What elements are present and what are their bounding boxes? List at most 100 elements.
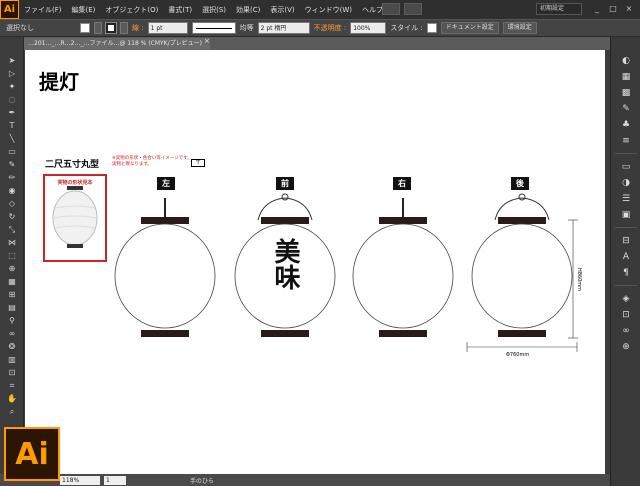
minimize-button[interactable]: _	[590, 2, 604, 15]
dock-separator	[615, 285, 637, 286]
app-logo: Ai	[0, 0, 19, 19]
appearance-panel-icon[interactable]: ☰	[620, 193, 632, 205]
brush-definition[interactable]: 2 pt 楕円	[257, 22, 310, 34]
menu-view[interactable]: 表示(V)	[265, 5, 299, 15]
gradient-panel-icon[interactable]: ▭	[620, 161, 632, 173]
character-panel-icon[interactable]: A	[620, 251, 632, 263]
tab-close-icon[interactable]: ×	[204, 37, 210, 45]
hand-tool-icon[interactable]: ✋	[4, 393, 20, 405]
control-panel: 選択なし 線 : 1 pt 均等 2 pt 楕円 不透明度 : 100% スタイ…	[0, 19, 640, 37]
selection-tool-icon[interactable]: ➤	[4, 55, 20, 67]
pencil-tool-icon[interactable]: ✏	[4, 172, 20, 184]
menu-right-tools	[382, 3, 422, 15]
stroke-swatch[interactable]	[105, 22, 117, 34]
status-bar: 118% 1 手のひら	[0, 474, 610, 486]
sample-lantern-photo	[52, 186, 98, 248]
blob-brush-tool-icon[interactable]: ◉	[4, 185, 20, 197]
document-setup-button[interactable]: ドキュメント設定	[440, 22, 499, 34]
layers-panel-icon[interactable]: ◈	[620, 293, 632, 305]
maximize-button[interactable]: □	[606, 2, 620, 15]
links-panel-icon[interactable]: ∞	[620, 325, 632, 337]
stroke-width-field[interactable]: 1 pt	[147, 22, 188, 34]
menu-object[interactable]: オブジェクト(O)	[100, 5, 163, 15]
height-dimension: H860mm	[576, 268, 582, 292]
menu-window[interactable]: ウィンドウ(W)	[300, 5, 357, 15]
dock-separator	[615, 227, 637, 228]
shape-builder-tool-icon[interactable]: ⊕	[4, 263, 20, 275]
menu-file[interactable]: ファイル(F)	[19, 5, 67, 15]
artwork-note: ※実物の形状・色合い等イメージです。 実物と異なります。	[112, 156, 192, 168]
rotate-tool-icon[interactable]: ↻	[4, 211, 20, 223]
graphic-style-swatch[interactable]	[426, 23, 437, 33]
opacity-field[interactable]: 100%	[350, 22, 387, 34]
rectangle-tool-icon[interactable]: ▭	[4, 146, 20, 158]
view-label-right: 右	[393, 177, 411, 190]
view-label-left: 左	[157, 177, 175, 190]
size-box: 寸	[191, 159, 205, 167]
width-tool-icon[interactable]: ⋈	[4, 237, 20, 249]
transparency-panel-icon[interactable]: ◑	[620, 177, 632, 189]
bridge-button[interactable]	[382, 3, 400, 15]
brushes-panel-icon[interactable]: ✎	[620, 103, 632, 115]
zoom-level-field[interactable]: 118%	[60, 475, 100, 485]
menu-edit[interactable]: 編集(E)	[67, 5, 101, 15]
paintbrush-tool-icon[interactable]: ✎	[4, 159, 20, 171]
magic-wand-tool-icon[interactable]: ✦	[4, 81, 20, 93]
lantern-back	[471, 193, 573, 337]
artboard-tool-icon[interactable]: ⊡	[4, 367, 20, 379]
paragraph-panel-icon[interactable]: ¶	[620, 267, 632, 279]
artboards-panel-icon[interactable]: ⊡	[620, 309, 632, 321]
free-transform-tool-icon[interactable]: ⬚	[4, 250, 20, 262]
lasso-tool-icon[interactable]: ◌	[4, 94, 20, 106]
color-guide-icon[interactable]: ▦	[620, 71, 632, 83]
close-window-button[interactable]: ×	[622, 2, 636, 15]
menu-effect[interactable]: 効果(C)	[231, 5, 265, 15]
gradient-tool-icon[interactable]: ▤	[4, 302, 20, 314]
profile-label: 均等	[239, 24, 254, 32]
color-panel-icon[interactable]: ◐	[620, 55, 632, 67]
pen-tool-icon[interactable]: ✒	[4, 107, 20, 119]
scale-tool-icon[interactable]: ⤡	[4, 224, 20, 236]
lantern-right	[352, 198, 454, 337]
variable-width-profile[interactable]	[191, 22, 236, 34]
artboard-number-field[interactable]: 1	[104, 475, 126, 485]
menu-type[interactable]: 書式(T)	[163, 5, 197, 15]
eraser-tool-icon[interactable]: ◇	[4, 198, 20, 210]
workspace-switcher[interactable]: 初期設定	[536, 3, 582, 15]
perspective-grid-tool-icon[interactable]: ▦	[4, 276, 20, 288]
stroke-label[interactable]: 線 :	[132, 23, 144, 33]
align-panel-icon[interactable]: ⊟	[620, 235, 632, 247]
symbol-sprayer-tool-icon[interactable]: ❂	[4, 341, 20, 353]
direct-selection-tool-icon[interactable]: ▷	[4, 68, 20, 80]
preferences-button[interactable]: 環境設定	[502, 22, 537, 34]
lantern-calligraphy: 美味	[270, 238, 300, 290]
opacity-label[interactable]: 不透明度 :	[314, 23, 347, 33]
column-graph-tool-icon[interactable]: ▥	[4, 354, 20, 366]
illustrator-logo: Ai	[4, 427, 60, 481]
slice-tool-icon[interactable]: ⌗	[4, 380, 20, 392]
symbols-panel-icon[interactable]: ♣	[620, 119, 632, 131]
document-tab[interactable]: …201…_…R…2…_…ファイル…@ 118 % (CMYK/プレビュー)	[24, 38, 210, 50]
artwork-note-line-2: 実物と異なります。	[112, 162, 153, 167]
view-label-back: 後	[511, 177, 529, 190]
style-label: スタイル :	[390, 24, 423, 32]
current-tool-status[interactable]: 手のひら	[190, 476, 214, 485]
selection-status: 選択なし	[6, 24, 34, 32]
blend-tool-icon[interactable]: ∞	[4, 328, 20, 340]
fill-dropdown[interactable]	[94, 22, 102, 34]
stroke-panel-icon[interactable]: ≡	[620, 135, 632, 147]
line-tool-icon[interactable]: ╲	[4, 133, 20, 145]
artwork-title: 提灯	[39, 70, 79, 94]
eyedropper-tool-icon[interactable]: ⚲	[4, 315, 20, 327]
zoom-tool-icon[interactable]: ⌕	[4, 406, 20, 418]
graphic-styles-panel-icon[interactable]: ▣	[620, 209, 632, 221]
menu-select[interactable]: 選択(S)	[197, 5, 231, 15]
mesh-tool-icon[interactable]: ⊞	[4, 289, 20, 301]
swatches-panel-icon[interactable]: ▩	[620, 87, 632, 99]
type-tool-icon[interactable]: T	[4, 120, 20, 132]
fill-swatch[interactable]	[80, 23, 90, 33]
arrange-documents-button[interactable]	[404, 3, 422, 15]
stroke-dropdown[interactable]	[120, 22, 128, 34]
view-label-front: 前	[276, 177, 294, 190]
pathfinder-panel-icon[interactable]: ⊕	[620, 341, 632, 353]
